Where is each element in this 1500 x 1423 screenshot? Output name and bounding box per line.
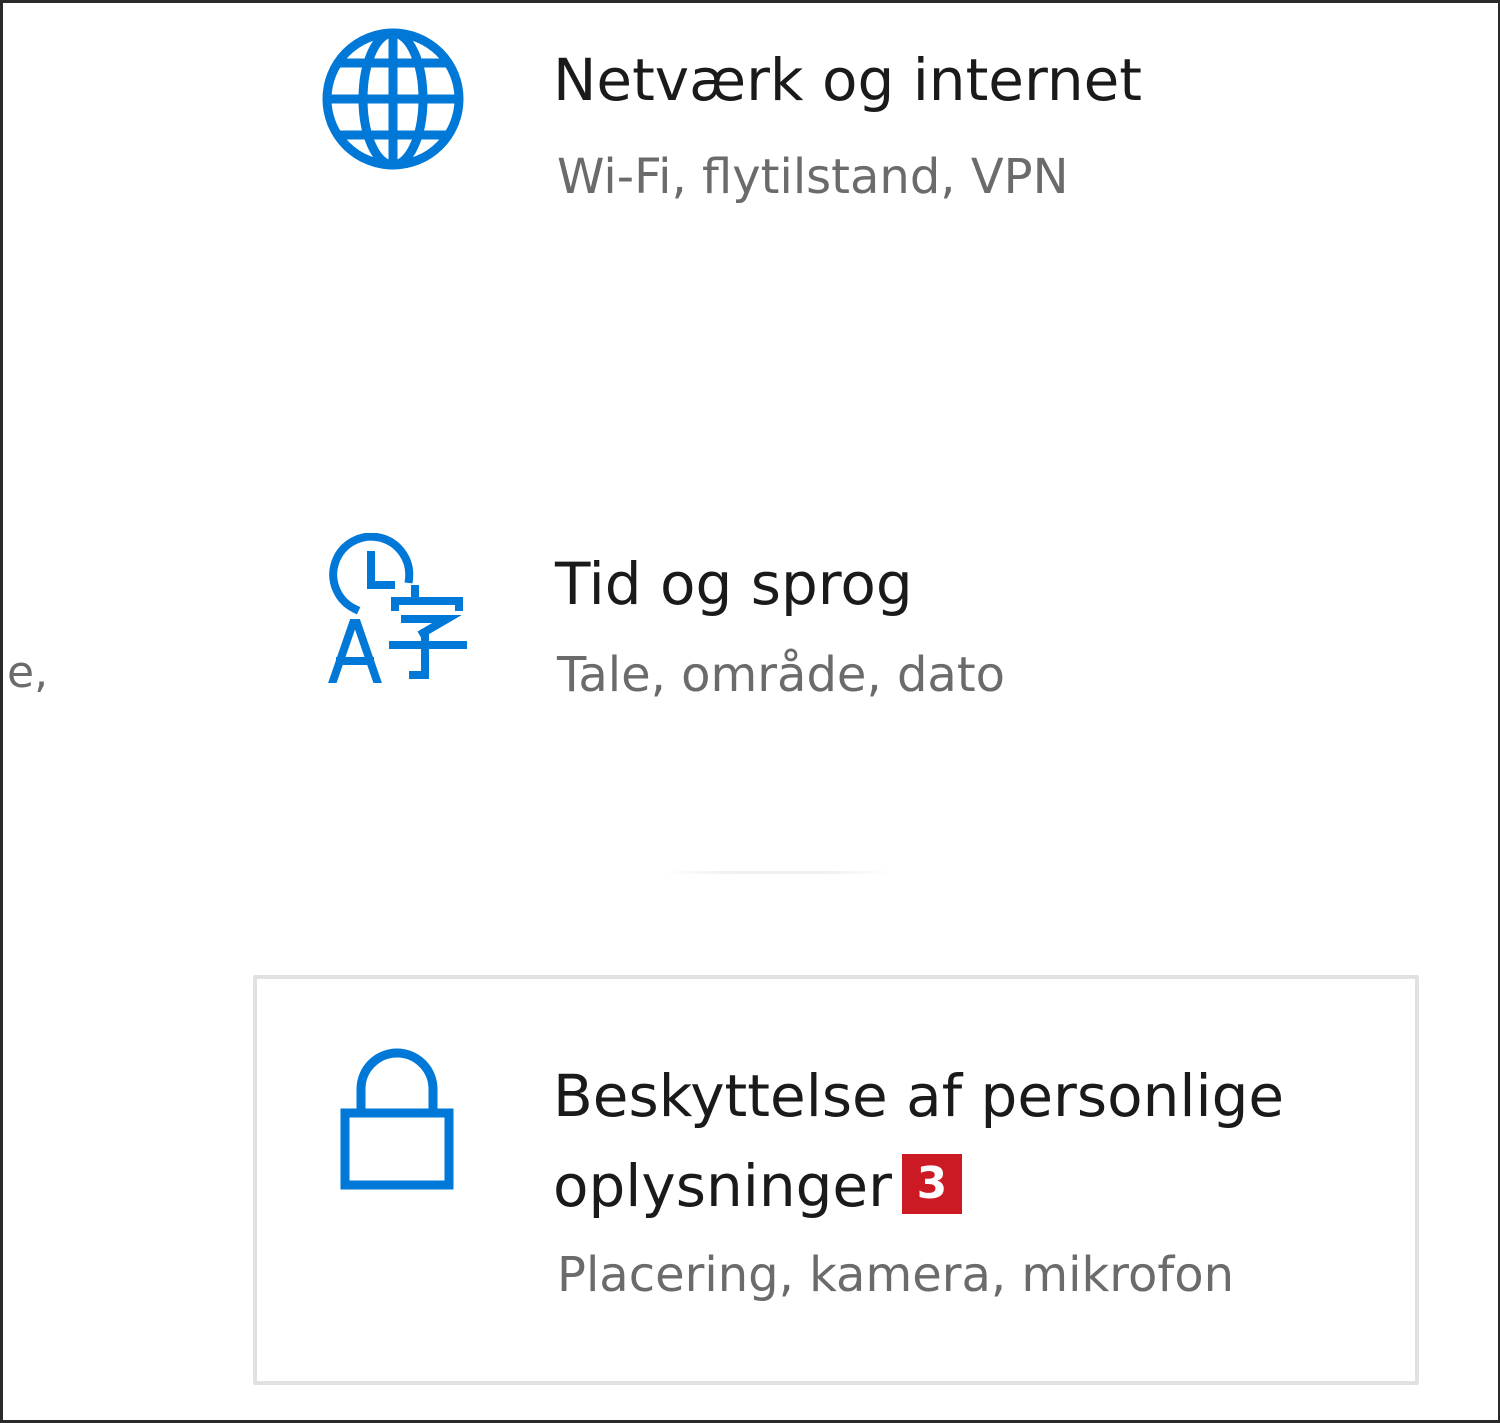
tile-description: Tale, område, dato xyxy=(557,647,1006,703)
tile-title: Beskyttelse af personlige oplysninger 3 xyxy=(553,1051,1333,1231)
settings-window: e, Netværk og internet Wi-Fi, flytilstan… xyxy=(0,0,1500,1423)
settings-tile-network[interactable]: Netværk og internet Wi-Fi, flytilstand, … xyxy=(303,13,1203,223)
tile-description: Wi-Fi, flytilstand, VPN xyxy=(557,149,1069,205)
tile-description: Placering, kamera, mikrofon xyxy=(557,1247,1235,1303)
globe-icon xyxy=(319,25,467,173)
separator xyxy=(663,871,893,874)
tile-title: Tid og sprog xyxy=(555,550,913,618)
tile-title: Netværk og internet xyxy=(553,46,1143,114)
settings-tile-time-language[interactable]: Tid og sprog Tale, område, dato xyxy=(303,523,1203,733)
time-language-icon xyxy=(319,532,469,687)
settings-tile-privacy[interactable]: Beskyttelse af personlige oplysninger 3 P… xyxy=(253,975,1419,1385)
lock-icon xyxy=(337,1045,457,1193)
clipped-text-fragment: e, xyxy=(7,647,49,698)
annotation-badge: 3 xyxy=(901,1153,962,1214)
